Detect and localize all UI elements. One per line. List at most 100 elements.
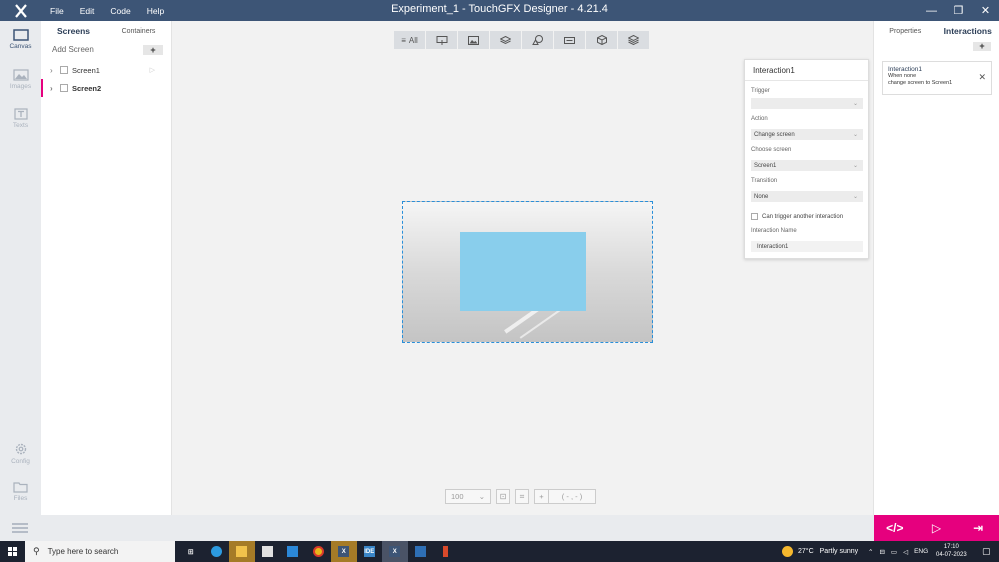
can-trigger-checkbox[interactable]: [751, 213, 758, 220]
battery-icon[interactable]: ▭: [891, 548, 897, 556]
tab-containers[interactable]: Containers: [106, 28, 171, 35]
screen-item-label: Screen2: [72, 83, 102, 93]
choose-screen-label: Choose screen: [751, 147, 792, 153]
touchgfx-taskbar-icon[interactable]: X: [331, 541, 357, 562]
right-panel-tabs: Properties Interactions: [874, 21, 999, 41]
interactions-filter-button[interactable]: [426, 31, 458, 49]
menu-help[interactable]: Help: [139, 6, 172, 16]
generate-code-button[interactable]: </>: [874, 515, 916, 541]
volume-icon[interactable]: ◁: [903, 548, 908, 556]
task-view-icon[interactable]: ⊞: [178, 541, 204, 562]
edge-icon[interactable]: [204, 541, 230, 562]
tab-properties[interactable]: Properties: [874, 28, 937, 35]
simulator-icon[interactable]: [433, 541, 459, 562]
trigger-select[interactable]: ⌄: [751, 98, 863, 109]
play-icon: ▷: [931, 521, 942, 535]
interaction-name-input[interactable]: Interaction1: [751, 241, 863, 252]
screens-panel: Screens Containers Add Screen + › Screen…: [41, 21, 172, 515]
search-icon: ⚲: [33, 546, 40, 556]
nav-config[interactable]: Config: [0, 442, 41, 465]
export-icon: ⇥: [973, 521, 984, 535]
notification-icon[interactable]: ▢: [982, 546, 991, 557]
menu-file[interactable]: File: [42, 6, 72, 16]
taskbar-search[interactable]: ⚲ Type here to search: [25, 541, 175, 562]
chevron-down-icon: ⌄: [478, 492, 485, 501]
nav-texts[interactable]: Texts: [0, 108, 41, 129]
transition-select[interactable]: None ⌄: [751, 191, 863, 202]
restore-icon[interactable]: ❐: [945, 0, 972, 21]
chevron-up-icon[interactable]: ⌃: [868, 548, 873, 556]
tab-screens[interactable]: Screens: [41, 26, 106, 36]
add-interaction-button[interactable]: +: [973, 42, 991, 51]
add-screen-label: Add Screen: [52, 45, 94, 54]
tab-interactions[interactable]: Interactions: [937, 26, 999, 36]
interaction-card[interactable]: Interaction1 When none change screen to …: [882, 61, 992, 95]
touchgfx-designer-icon[interactable]: X: [382, 541, 408, 562]
taskbar-clock[interactable]: 17:10 04-07-2023: [936, 543, 967, 559]
left-icon-bar: Canvas Images Texts Config Files: [0, 21, 41, 541]
language-indicator[interactable]: ENG: [914, 548, 928, 555]
shapes-filter-button[interactable]: [522, 31, 554, 49]
touchgfx-logo-icon: [0, 0, 41, 21]
start-screen-icon: ▷: [149, 67, 155, 74]
screen-preview[interactable]: [402, 201, 653, 343]
stm32cubeprogrammer-icon[interactable]: [408, 541, 434, 562]
run-target-button[interactable]: ⇥: [957, 515, 999, 541]
windows-taskbar: ⚲ Type here to search ⊞ X IDE X 27°C Par…: [0, 541, 999, 562]
filter-all-label: All: [408, 35, 418, 45]
mail-icon[interactable]: [280, 541, 306, 562]
menu-code[interactable]: Code: [102, 6, 138, 16]
fit-icon: ⊡: [499, 492, 507, 501]
screen-item-screen1[interactable]: › Screen1 ▷: [41, 61, 171, 79]
menu-edit[interactable]: Edit: [72, 6, 103, 16]
chrome-icon[interactable]: [306, 541, 332, 562]
choose-screen-value: Screen1: [754, 162, 777, 169]
crop-button[interactable]: ⌗: [515, 489, 529, 504]
file-explorer-icon[interactable]: [229, 541, 255, 562]
chevron-right-icon[interactable]: ›: [50, 66, 58, 75]
chevron-right-icon[interactable]: ›: [50, 84, 58, 93]
system-tray: ⌃ ⊟ ▭ ◁ ENG: [868, 541, 934, 562]
weather-widget[interactable]: 27°C Partly sunny: [782, 541, 858, 562]
add-screen-button[interactable]: +: [143, 44, 163, 55]
cube-icon: [596, 35, 607, 45]
canvas-icon: [0, 29, 41, 41]
nav-files-label: Files: [13, 495, 28, 502]
screen-icon: [60, 66, 68, 74]
3d-filter-button[interactable]: [586, 31, 618, 49]
action-label: Action: [751, 116, 768, 122]
choose-screen-select[interactable]: Screen1 ⌄: [751, 160, 863, 171]
hamburger-menu-icon[interactable]: [12, 523, 28, 535]
screen-item-screen2[interactable]: › Screen2: [41, 79, 171, 97]
images-filter-button[interactable]: [458, 31, 490, 49]
filter-all-button[interactable]: ≡ All: [394, 31, 426, 49]
minimize-icon[interactable]: —: [918, 0, 945, 21]
nav-files[interactable]: Files: [0, 481, 41, 502]
close-icon[interactable]: ✕: [972, 0, 999, 21]
network-icon[interactable]: ⊟: [879, 548, 884, 556]
interaction-card-action: change screen to Screen1: [888, 80, 953, 86]
nav-canvas[interactable]: Canvas: [0, 29, 41, 50]
stm32cubeide-icon[interactable]: IDE: [357, 541, 383, 562]
screen-icon: [60, 84, 68, 92]
store-icon[interactable]: [255, 541, 281, 562]
interaction-card-title: Interaction1: [888, 66, 922, 73]
texts-filter-button[interactable]: [554, 31, 586, 49]
containers-filter-button[interactable]: [490, 31, 522, 49]
gear-icon: [0, 442, 41, 456]
interaction-card-trigger: When none: [888, 73, 917, 79]
stack-filter-button[interactable]: [618, 31, 650, 49]
screen-item-label: Screen1: [72, 65, 100, 75]
zoom-select[interactable]: 100 ⌄: [445, 489, 491, 504]
delete-interaction-icon[interactable]: ✕: [978, 72, 986, 83]
action-select[interactable]: Change screen ⌄: [751, 129, 863, 140]
action-value: Change screen: [754, 131, 795, 138]
box-widget[interactable]: [460, 232, 586, 311]
coordinate-readout: + ( - , - ): [534, 489, 596, 504]
partly-sunny-icon: [782, 546, 793, 557]
run-simulator-button[interactable]: ▷: [916, 515, 958, 541]
fit-to-screen-button[interactable]: ⊡: [496, 489, 510, 504]
nav-images[interactable]: Images: [0, 69, 41, 90]
windows-start-icon[interactable]: [8, 547, 17, 556]
can-trigger-checkbox-row[interactable]: Can trigger another interaction: [751, 213, 843, 220]
